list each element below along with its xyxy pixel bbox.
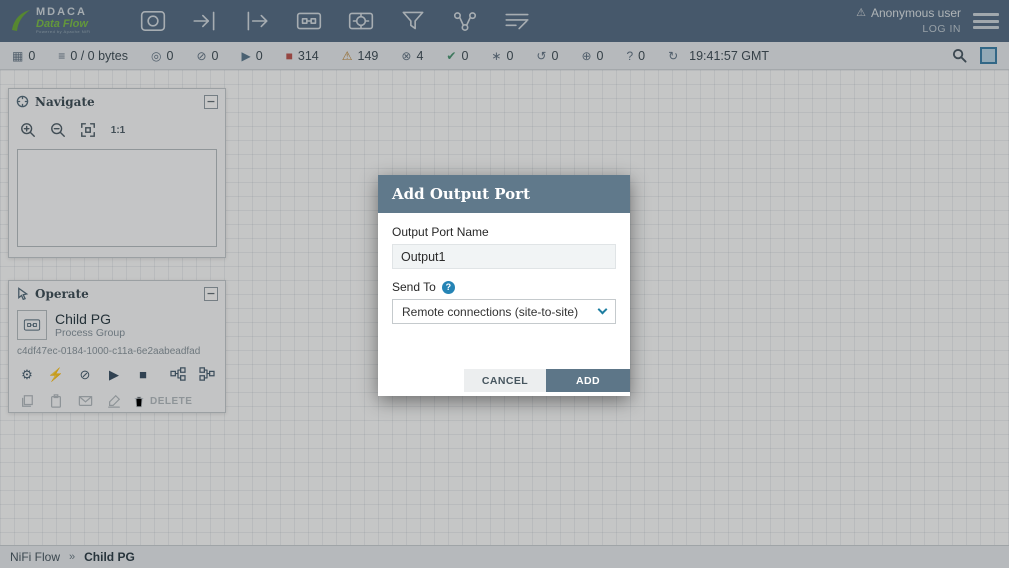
send-to-label: Send To	[392, 280, 436, 294]
dialog-title: Add Output Port	[392, 185, 530, 203]
chevron-down-icon	[597, 304, 608, 315]
send-to-selected-value: Remote connections (site-to-site)	[402, 304, 579, 319]
send-to-help-icon[interactable]: ?	[441, 280, 455, 294]
cancel-button[interactable]: CANCEL	[464, 369, 546, 392]
send-to-select[interactable]: Remote connections (site-to-site)	[392, 299, 616, 324]
app-root: MDACA Data Flow Powered by Apache NiFi ⚠…	[0, 0, 1009, 568]
output-port-name-input[interactable]	[392, 244, 616, 269]
add-output-port-dialog: Add Output Port Output Port Name Send To…	[378, 175, 630, 396]
output-port-name-label: Output Port Name	[392, 225, 489, 239]
add-button[interactable]: ADD	[546, 369, 630, 392]
